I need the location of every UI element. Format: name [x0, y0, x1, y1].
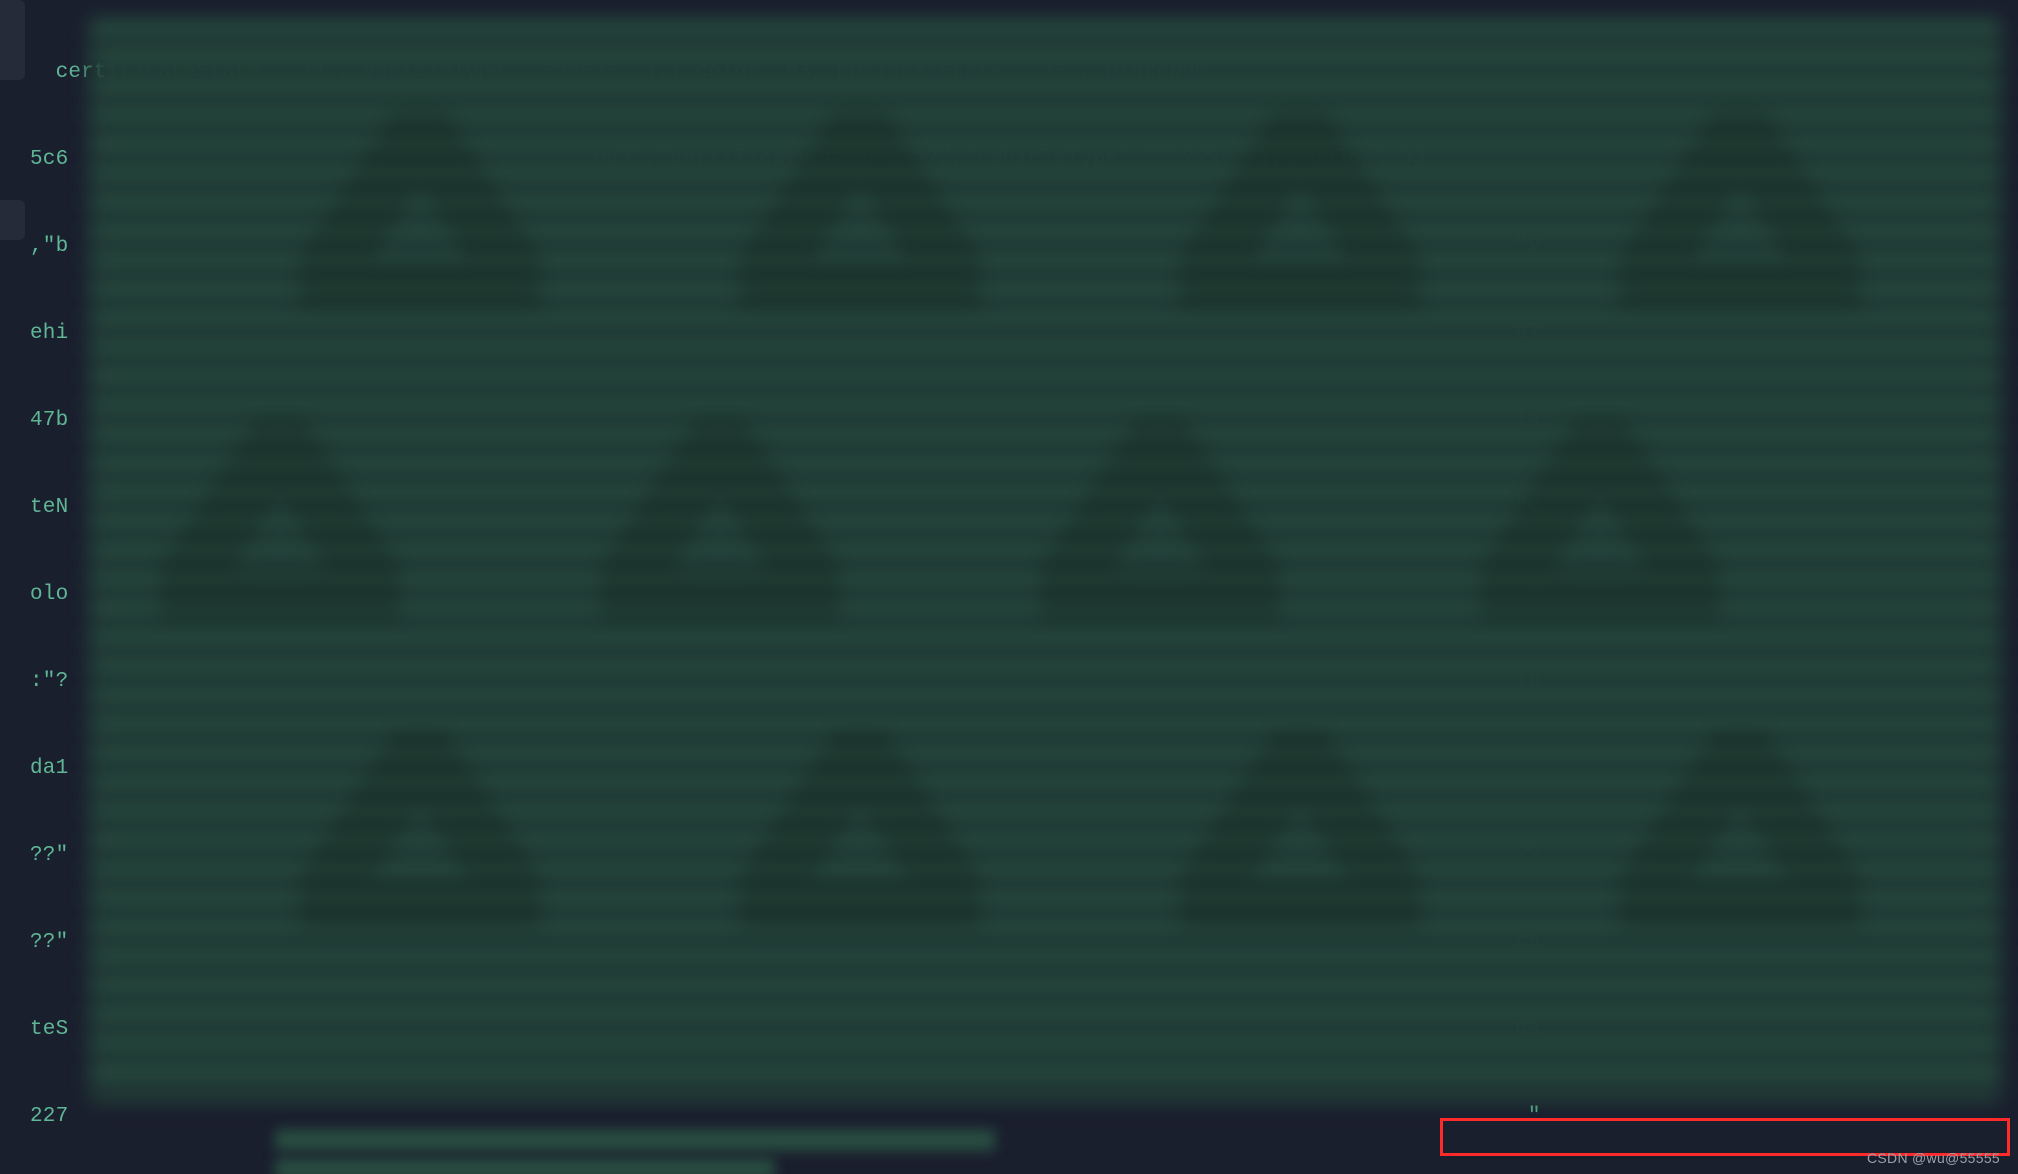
console-output[interactable]: certificateState : ?? , vehicleType : ??…: [30, 0, 2018, 1174]
sidebar-stub-mid: [0, 200, 25, 240]
console-line: teN "c: [30, 493, 2018, 522]
console-line: teS da: [30, 1015, 2018, 1044]
terminal-viewport: certificateState : ?? , vehicleType : ??…: [0, 0, 2018, 1174]
console-line: ??" ca: [30, 928, 2018, 957]
console-line: 227 ": [30, 1102, 2018, 1131]
console-line: ,"b "v: [30, 232, 2018, 261]
console-line: 5c6 0d3","certificateState":"??","vehicl…: [30, 145, 2018, 174]
console-line: ??" ??: [30, 841, 2018, 870]
console-line: ehi 87: [30, 319, 2018, 348]
csdn-watermark: CSDN @wu@55555: [1867, 1150, 2000, 1166]
console-line: 47b la: [30, 406, 2018, 435]
console-line: da1 :": [30, 754, 2018, 783]
console-line: olo e: [30, 580, 2018, 609]
console-line: certificateState : ?? , vehicleType : ??…: [30, 58, 2018, 87]
console-line: :"? 1b: [30, 667, 2018, 696]
sidebar-stub-top: [0, 0, 25, 80]
